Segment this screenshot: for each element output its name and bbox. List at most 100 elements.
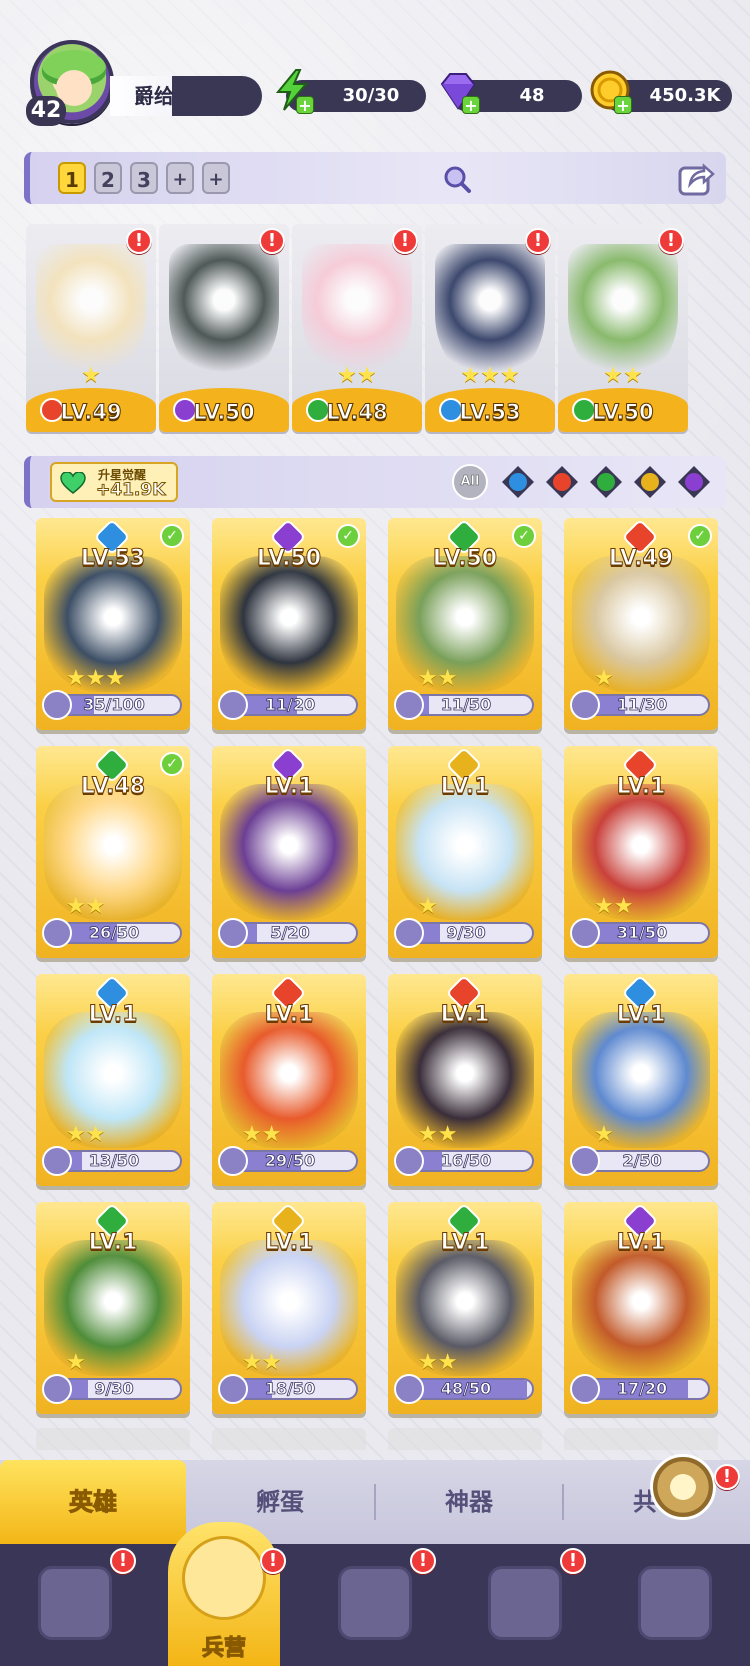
team-hero-card[interactable]: ★★★ LV.53 ! (425, 224, 555, 432)
alert-badge: ! (658, 228, 684, 254)
hero-stars: ★ (81, 363, 101, 388)
hero-level: LV.53 (459, 400, 521, 425)
owned-check-icon: ✓ (160, 752, 184, 776)
team-tab-1[interactable]: 1 (58, 162, 86, 194)
hero-card[interactable]: LV.1 ★ 9/30 (36, 1202, 190, 1414)
sub-tab-bar: 英雄 孵蛋 神器 共鸣 (0, 1460, 750, 1544)
shard-icon (42, 1146, 72, 1176)
team-tab-3[interactable]: 3 (130, 162, 158, 194)
hero-card[interactable]: LV.1 ★ 2/50 (564, 974, 718, 1186)
alert-badge: ! (110, 1548, 136, 1574)
reward-orb-icon[interactable] (650, 1454, 716, 1520)
hero-stars: ★★ (242, 1122, 282, 1147)
filter-light-icon[interactable] (632, 464, 668, 500)
gold-counter[interactable]: + 450.3K (590, 70, 732, 115)
hero-level: LV.1 (264, 1230, 314, 1256)
hero-card[interactable]: LV.48 ✓ ★★ 26/50 (36, 746, 190, 958)
team-hero-card[interactable]: LV.50 ! (159, 224, 289, 432)
tab-artifact[interactable]: 神器 (376, 1460, 562, 1544)
hero-level: LV.48 (326, 400, 388, 425)
hero-grid: LV.53 ✓ ★★★ 35/100 LV.50 ✓ 11/20 LV.50 ✓… (36, 518, 726, 1418)
hero-card[interactable]: LV.50 ✓ ★★ 11/50 (388, 518, 542, 730)
filter-water-icon[interactable] (500, 464, 536, 500)
water-icon (502, 466, 534, 498)
search-icon[interactable] (442, 164, 472, 194)
energy-counter[interactable]: + 30/30 (275, 69, 426, 115)
shard-icon (218, 1146, 248, 1176)
filter-all-button[interactable]: All (452, 464, 488, 500)
add-energy-icon[interactable]: + (296, 96, 314, 115)
hero-stars: ★★ (66, 894, 106, 919)
star-awaken-button[interactable]: 升星觉醒 +41.9K (50, 462, 178, 502)
share-icon[interactable] (676, 158, 716, 198)
owned-check-icon: ✓ (160, 524, 184, 548)
hero-card[interactable]: LV.1 ★★ 48/50 (388, 1202, 542, 1414)
team-hero-card[interactable]: ★★ LV.48 ! (292, 224, 422, 432)
hero-level: LV.1 (616, 774, 666, 800)
hero-card-partial (564, 1428, 718, 1450)
team-selector-bar: 1 2 3 + + (24, 152, 726, 204)
hero-card[interactable]: LV.1 ★ 9/30 (388, 746, 542, 958)
hero-card[interactable]: LV.1 ★★ 29/50 (212, 974, 366, 1186)
hero-card-partial (36, 1428, 190, 1450)
hero-level: LV.50 (193, 400, 255, 425)
filter-fire-icon[interactable] (544, 464, 580, 500)
hero-card[interactable]: LV.1 5/20 (212, 746, 366, 958)
hero-stars: ★★★ (460, 363, 520, 388)
hero-stars: ★★ (337, 363, 377, 388)
shard-icon (394, 1146, 424, 1176)
add-gold-icon[interactable]: + (614, 96, 632, 115)
shard-icon (42, 1374, 72, 1404)
tab-heroes[interactable]: 英雄 (0, 1460, 186, 1544)
add-team-button-2[interactable]: + (202, 162, 230, 194)
hero-stars: ★ (66, 1350, 86, 1375)
gold-value: 450.3K (649, 85, 721, 106)
hero-card[interactable]: LV.50 ✓ 11/20 (212, 518, 366, 730)
shard-icon (218, 918, 248, 948)
hero-card[interactable]: LV.1 ★★ 18/50 (212, 1202, 366, 1414)
gem-counter[interactable]: + 48 (440, 73, 582, 115)
barracks-icon (182, 1536, 266, 1620)
hero-card[interactable]: LV.1 17/20 (564, 1202, 718, 1414)
hero-card[interactable]: LV.1 ★★ 13/50 (36, 974, 190, 1186)
hero-level: LV.53 (80, 546, 146, 572)
book-icon (338, 1566, 412, 1640)
team-hero-card[interactable]: ★ LV.49 ! (26, 224, 156, 432)
team-lineup: ★ LV.49 ! LV.50 ! ★★ LV.48 ! ★★★ LV.53 !… (26, 224, 726, 432)
nav-guild[interactable] (600, 1544, 750, 1666)
filter-dark-icon[interactable] (676, 464, 712, 500)
shard-icon (218, 690, 248, 720)
shard-icon (570, 1374, 600, 1404)
hero-card[interactable]: LV.1 ★★ 16/50 (388, 974, 542, 1186)
hero-stars: ★★ (66, 1122, 106, 1147)
hero-stars: ★★ (418, 666, 458, 691)
nav-barracks[interactable]: 兵营 (168, 1522, 280, 1666)
add-gem-icon[interactable]: + (462, 96, 480, 115)
hero-card[interactable]: LV.1 ★★ 31/50 (564, 746, 718, 958)
hero-level: LV.1 (440, 774, 490, 800)
hero-card[interactable]: LV.49 ✓ ★ 11/30 (564, 518, 718, 730)
fire-icon (546, 466, 578, 498)
dark-icon (678, 466, 710, 498)
shard-icon (394, 690, 424, 720)
team-hero-card[interactable]: ★★ LV.50 ! (558, 224, 688, 432)
alert-badge: ! (560, 1548, 586, 1574)
hero-level: LV.1 (88, 1002, 138, 1028)
hero-level: LV.50 (432, 546, 498, 572)
cards-icon (38, 1566, 112, 1640)
hero-level: LV.1 (264, 774, 314, 800)
hero-level: LV.1 (440, 1002, 490, 1028)
player-name-bar[interactable]: 爵给 (110, 76, 262, 116)
hero-filter-bar: 升星觉醒 +41.9K All (24, 456, 726, 508)
add-team-button-1[interactable]: + (166, 162, 194, 194)
alert-badge: ! (410, 1548, 436, 1574)
hero-card[interactable]: LV.53 ✓ ★★★ 35/100 (36, 518, 190, 730)
filter-wind-icon[interactable] (588, 464, 624, 500)
hero-stars: ★★ (418, 1122, 458, 1147)
hero-stars: ★★ (418, 1350, 458, 1375)
team-tab-2[interactable]: 2 (94, 162, 122, 194)
heart-icon (60, 472, 86, 494)
energy-value: 30/30 (342, 85, 400, 106)
mushroom-icon (638, 1566, 712, 1640)
shard-icon (42, 690, 72, 720)
